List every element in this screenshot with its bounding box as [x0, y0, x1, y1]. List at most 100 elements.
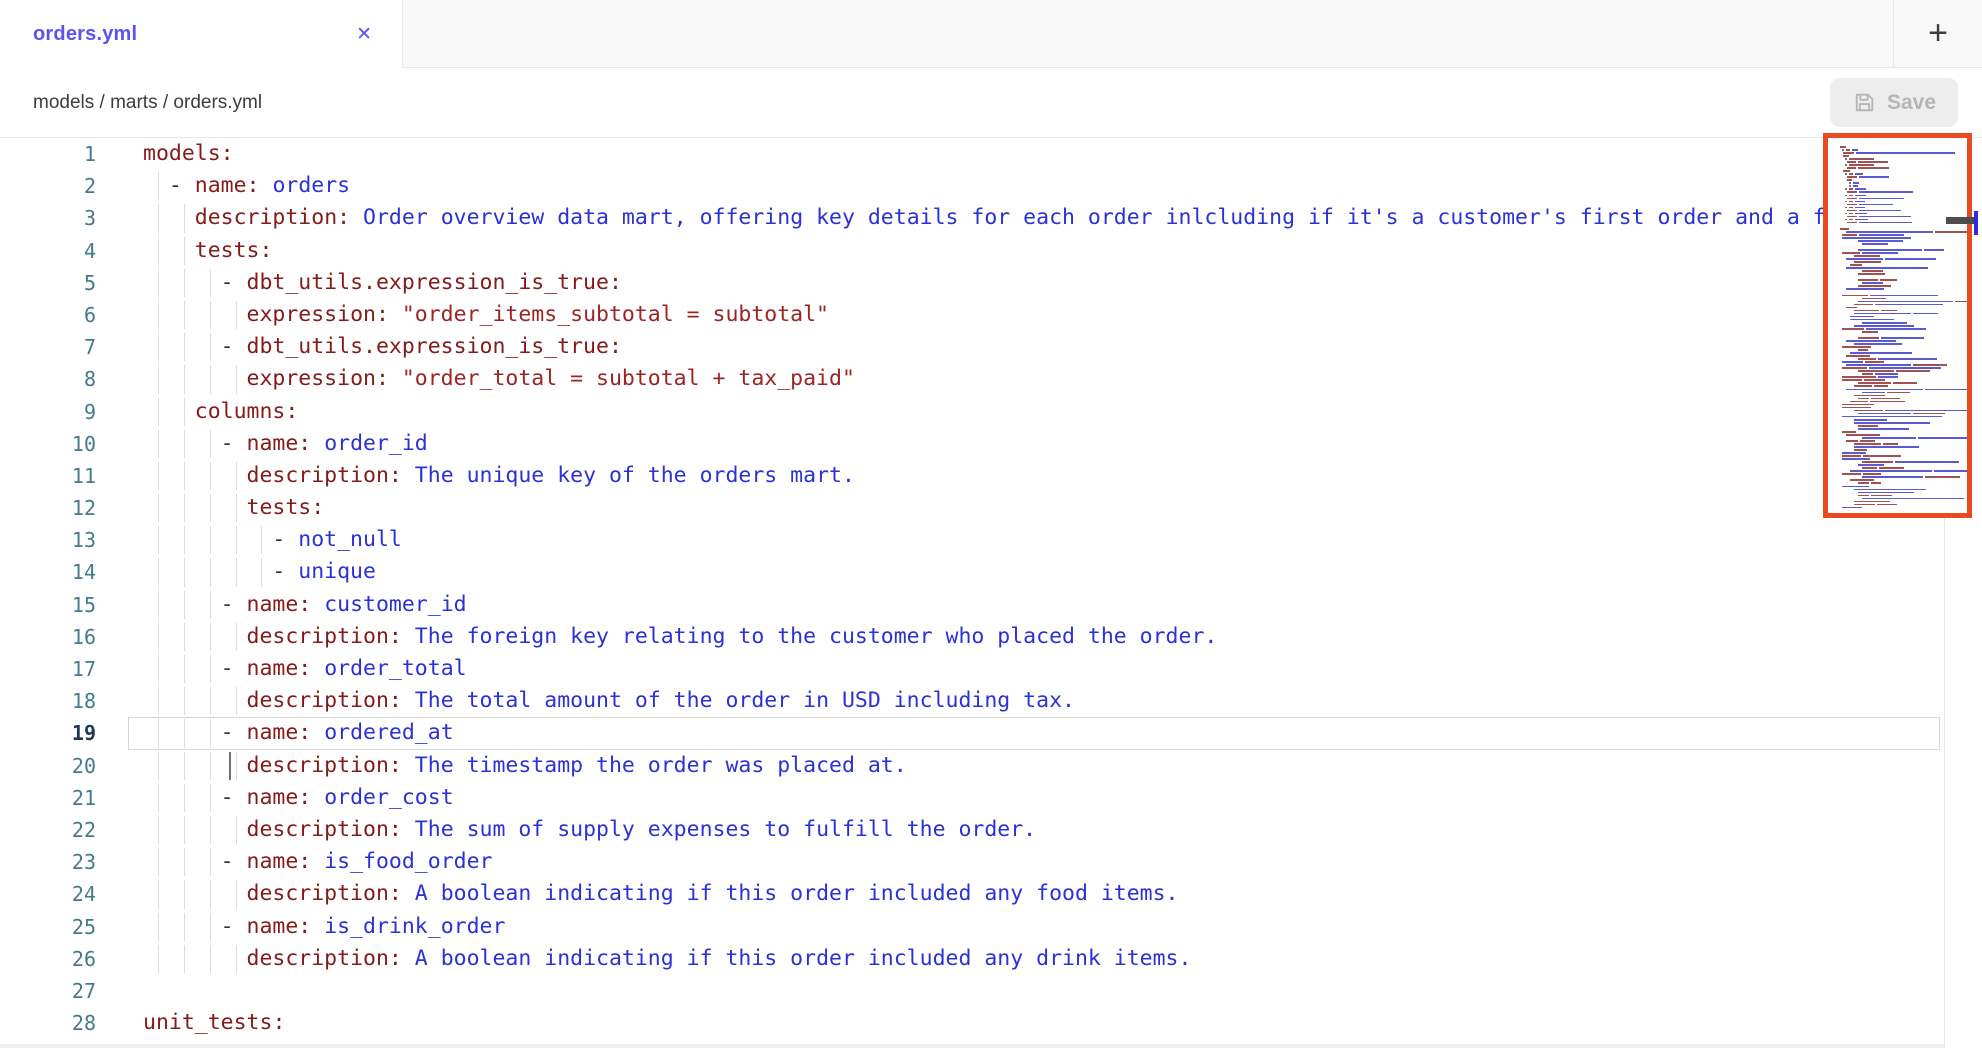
indent-guide [184, 462, 185, 490]
code-line[interactable]: 8expression: "order_total = subtotal + t… [0, 363, 1944, 395]
code-line[interactable]: 16description: The foreign key relating … [0, 621, 1944, 653]
code-line[interactable]: 10- name: order_id [0, 428, 1944, 460]
tab-orders-yml[interactable]: orders.yml ✕ [0, 0, 403, 68]
indent-guide [210, 752, 211, 780]
indent-guide [158, 623, 159, 651]
indent-guide [158, 237, 159, 265]
code-line[interactable]: 12tests: [0, 492, 1944, 524]
line-number[interactable]: 28 [0, 1007, 96, 1039]
indent-guide [210, 880, 211, 908]
line-number[interactable]: 24 [0, 878, 96, 910]
code-line[interactable]: 4tests: [0, 235, 1944, 267]
horizontal-scrollbar[interactable] [0, 1044, 1944, 1048]
code-line[interactable]: 17- name: order_total [0, 653, 1944, 685]
line-number[interactable]: 4 [0, 235, 96, 267]
line-number[interactable]: 25 [0, 911, 96, 943]
code-line[interactable]: 26 description: A boolean indicating if t… [0, 943, 1944, 975]
line-number[interactable]: 11 [0, 460, 96, 492]
code-line[interactable]: 2 - name: orders [0, 170, 1944, 202]
line-number[interactable]: 15 [0, 589, 96, 621]
indent-guide [158, 462, 159, 490]
indent-guide [158, 430, 159, 458]
indent-guide [158, 526, 159, 554]
indent-guide [158, 655, 159, 683]
line-number[interactable]: 23 [0, 846, 96, 878]
line-number[interactable]: 3 [0, 202, 96, 234]
indent-guide [158, 848, 159, 876]
indent-guide [158, 687, 159, 715]
breadcrumb-row: models / marts / orders.yml [0, 68, 1982, 138]
line-number[interactable]: 17 [0, 653, 96, 685]
code-line[interactable]: 19 - name: ordered_at [0, 717, 1944, 749]
indent-guide [158, 494, 159, 522]
line-number[interactable]: 7 [0, 331, 96, 363]
indent-guide [210, 430, 211, 458]
line-number[interactable]: 13 [0, 524, 96, 556]
indent-guide [184, 204, 185, 232]
indent-guide [158, 558, 159, 586]
line-number[interactable]: 27 [0, 975, 96, 1007]
code-line[interactable]: 13 - not_null [0, 524, 1944, 556]
code-line[interactable]: 28unit_tests: [0, 1007, 1944, 1039]
line-number[interactable]: 18 [0, 685, 96, 717]
code-text: - name: orders [169, 170, 350, 202]
line-number[interactable]: 9 [0, 396, 96, 428]
minimap[interactable] [1828, 138, 1967, 513]
code-line[interactable]: 9columns: [0, 396, 1944, 428]
code-line[interactable]: 3description: Order overview data mart, … [0, 202, 1944, 234]
code-line[interactable]: 11description: The unique key of the ord… [0, 460, 1944, 492]
indent-guide [158, 880, 159, 908]
code-line[interactable]: 7- dbt_utils.expression_is_true: [0, 331, 1944, 363]
indent-guide [158, 784, 159, 812]
save-button[interactable]: Save [1830, 78, 1958, 127]
line-number[interactable]: 12 [0, 492, 96, 524]
code-line[interactable]: 24description: A boolean indicating if t… [0, 878, 1944, 910]
code-line[interactable]: 1models: [0, 138, 1944, 170]
code-line[interactable]: 27 [0, 975, 1944, 1007]
indent-guide [236, 558, 237, 586]
code-line[interactable]: 22description: The sum of supply expense… [0, 814, 1944, 846]
code-line[interactable]: 18 description: The total amount of the o… [0, 685, 1944, 717]
code-line[interactable]: 23- name: is_food_order [0, 846, 1944, 878]
indent-guide [158, 913, 159, 941]
indent-guide [236, 687, 237, 715]
code-line[interactable]: 21- name: order_cost [0, 782, 1944, 814]
close-icon[interactable]: ✕ [356, 23, 372, 46]
line-number[interactable]: 20 [0, 750, 96, 782]
panel-resize-handle-tick [1974, 211, 1978, 235]
line-number[interactable]: 5 [0, 267, 96, 299]
code-text: - not_null [272, 524, 401, 556]
code-line[interactable]: 6expression: "order_items_subtotal = sub… [0, 299, 1944, 331]
line-number[interactable]: 10 [0, 428, 96, 460]
code-text: description: The total amount of the ord… [247, 685, 1075, 717]
line-number[interactable]: 8 [0, 363, 96, 395]
new-tab-button[interactable]: + [1905, 0, 1971, 67]
code-line[interactable]: 14 - unique [0, 556, 1944, 588]
code-text: - unique [272, 556, 376, 588]
line-number[interactable]: 21 [0, 782, 96, 814]
code-line[interactable]: 25- name: is_drink_order [0, 911, 1944, 943]
indent-guide [210, 655, 211, 683]
line-number[interactable]: 2 [0, 170, 96, 202]
code-line[interactable]: 15- name: customer_id [0, 589, 1944, 621]
indent-guide [210, 687, 211, 715]
line-number[interactable]: 1 [0, 138, 96, 170]
code-text: - name: ordered_at [221, 717, 454, 749]
code-editor[interactable]: 1models:2 - name: orders3description: Ord… [0, 138, 1944, 1048]
code-text: description: A boolean indicating if thi… [247, 943, 1192, 975]
line-number[interactable]: 16 [0, 621, 96, 653]
indent-guide [210, 784, 211, 812]
active-indent-guide [229, 752, 231, 780]
code-line[interactable]: 5- dbt_utils.expression_is_true: [0, 267, 1944, 299]
indent-guide [158, 719, 159, 747]
indent-guide [210, 301, 211, 329]
code-line[interactable]: 20description: The timestamp the order w… [0, 750, 1944, 782]
line-number[interactable]: 6 [0, 299, 96, 331]
indent-guide [236, 494, 237, 522]
line-number[interactable]: 26 [0, 943, 96, 975]
line-number[interactable]: 14 [0, 556, 96, 588]
indent-guide [158, 269, 159, 297]
line-number[interactable]: 22 [0, 814, 96, 846]
panel-resize-handle[interactable] [1946, 217, 1976, 224]
line-number[interactable]: 19 [0, 717, 96, 749]
